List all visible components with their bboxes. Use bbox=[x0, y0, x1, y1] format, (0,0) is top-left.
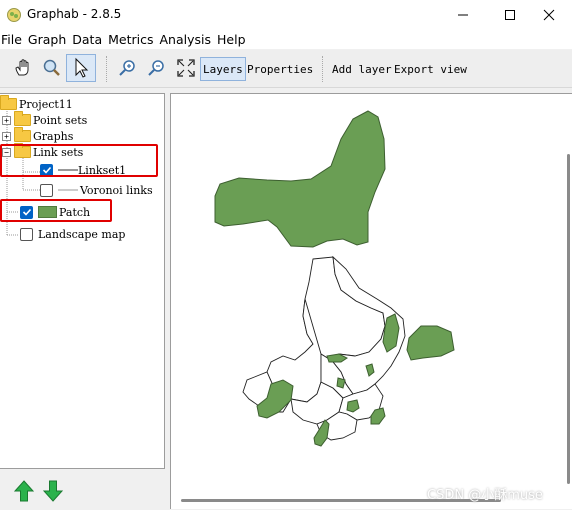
fit-extent-icon bbox=[177, 59, 195, 77]
pan-button[interactable] bbox=[9, 54, 37, 82]
highlight-box-link-sets bbox=[0, 144, 158, 177]
arrow-cursor-icon bbox=[75, 57, 89, 78]
add-layer-button[interactable]: Add layer bbox=[330, 57, 394, 81]
tree-landscape-label: Landscape map bbox=[38, 227, 126, 241]
hand-icon bbox=[15, 59, 29, 76]
select-tool-button[interactable] bbox=[66, 54, 96, 82]
patch-polygon bbox=[406, 325, 455, 361]
map-canvas[interactable] bbox=[171, 94, 571, 510]
tree-graphs-label: Graphs bbox=[33, 129, 74, 143]
folder-icon bbox=[14, 111, 31, 126]
menu-graph[interactable]: Graph bbox=[27, 32, 70, 47]
close-icon bbox=[543, 9, 555, 21]
layer-order-controls bbox=[0, 470, 165, 509]
arrow-down-icon[interactable] bbox=[43, 480, 63, 502]
export-view-button[interactable]: Export view bbox=[392, 57, 469, 81]
landscape-checkbox[interactable] bbox=[20, 227, 33, 241]
folder-icon bbox=[0, 95, 17, 110]
close-button[interactable] bbox=[526, 0, 572, 30]
minimize-button[interactable] bbox=[440, 0, 486, 30]
graphab-logo-icon bbox=[7, 8, 21, 22]
tree-landscape-map[interactable]: Landscape map bbox=[20, 226, 125, 242]
menu-metrics[interactable]: Metrics bbox=[107, 32, 157, 47]
arrow-up-icon[interactable] bbox=[14, 480, 34, 502]
tree-voronoi-links[interactable]: Voronoi links bbox=[40, 182, 153, 198]
zoom-in-icon bbox=[119, 60, 135, 76]
toolbar: Layers Properties Add layer Export view bbox=[0, 50, 572, 88]
properties-button[interactable]: Properties bbox=[245, 57, 315, 81]
fit-extent-button[interactable] bbox=[172, 54, 200, 82]
patch-polygon bbox=[336, 377, 346, 389]
voronoi-checkbox[interactable] bbox=[40, 183, 53, 197]
layer-tree-panel: Project11 + Point sets + Graphs − Link s… bbox=[0, 93, 165, 469]
vertical-scrollbar[interactable] bbox=[567, 154, 570, 484]
tree-voronoi-label: Voronoi links bbox=[80, 183, 153, 197]
tree-project[interactable]: Project11 bbox=[0, 95, 73, 112]
watermark-text: CSDN @小酥muse bbox=[427, 488, 543, 503]
expand-icon[interactable]: + bbox=[2, 131, 11, 141]
line-legend-icon bbox=[58, 189, 78, 191]
zoom-in-button[interactable] bbox=[114, 54, 142, 82]
layers-button[interactable]: Layers bbox=[200, 57, 246, 81]
menu-help[interactable]: Help bbox=[216, 32, 250, 47]
menu-data[interactable]: Data bbox=[71, 32, 106, 47]
tree-graphs[interactable]: + Graphs bbox=[2, 127, 74, 144]
title-bar: Graphab - 2.8.5 bbox=[0, 0, 572, 30]
folder-icon bbox=[14, 127, 31, 142]
maximize-icon bbox=[505, 10, 515, 20]
menu-bar: File Graph Data Metrics Analysis Help bbox=[0, 30, 572, 49]
tree-project-label: Project11 bbox=[19, 97, 73, 111]
highlight-box-patch bbox=[0, 199, 112, 222]
tree-point-sets-label: Point sets bbox=[33, 113, 88, 127]
window-title: Graphab - 2.8.5 bbox=[27, 7, 122, 21]
tree-point-sets[interactable]: + Point sets bbox=[2, 111, 88, 128]
map-view[interactable] bbox=[170, 93, 572, 509]
toolbar-separator bbox=[106, 56, 107, 82]
zoom-out-icon bbox=[148, 60, 164, 76]
zoom-out-button[interactable] bbox=[143, 54, 171, 82]
minimize-icon bbox=[458, 14, 468, 16]
zoom-tool-button[interactable] bbox=[38, 54, 66, 82]
magnifier-icon bbox=[43, 59, 60, 76]
expand-icon[interactable]: + bbox=[2, 115, 11, 125]
menu-file[interactable]: File bbox=[0, 32, 26, 47]
patch-polygon bbox=[214, 110, 386, 248]
menu-analysis[interactable]: Analysis bbox=[159, 32, 216, 47]
toolbar-separator bbox=[322, 56, 323, 82]
